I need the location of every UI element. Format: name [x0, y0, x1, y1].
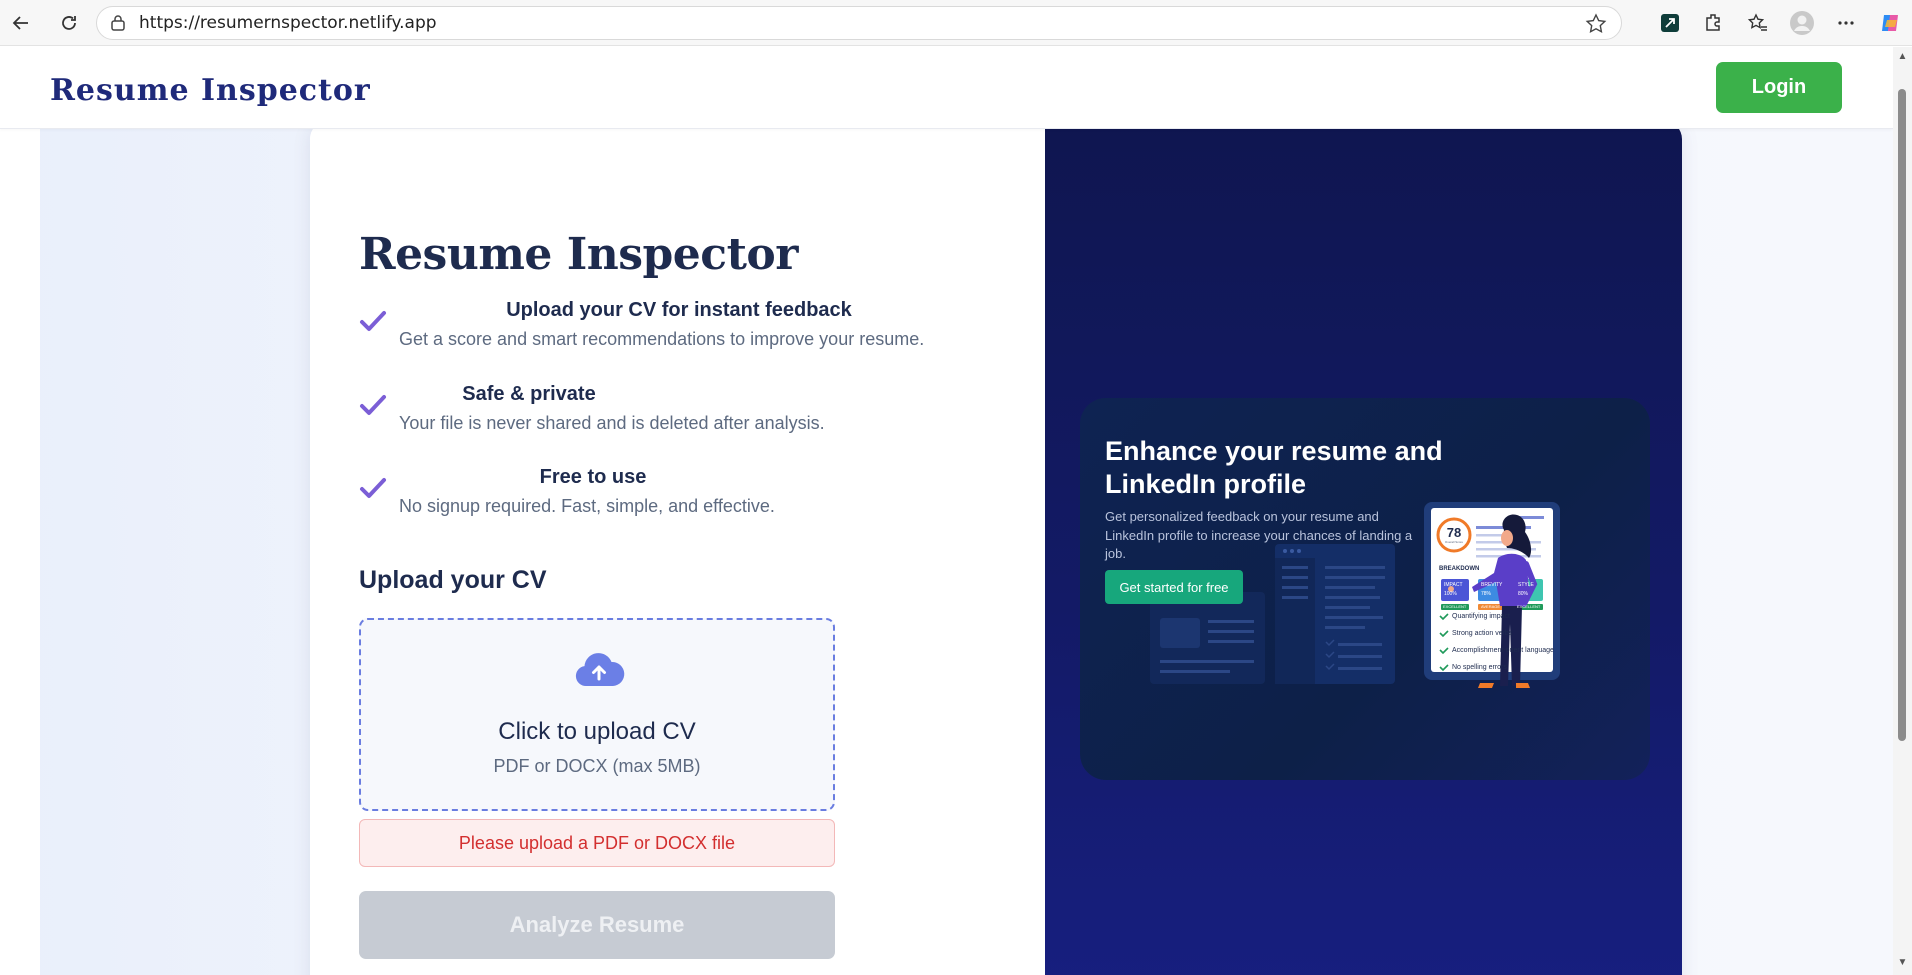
copilot-icon[interactable] — [1868, 3, 1912, 43]
more-options-icon[interactable] — [1824, 3, 1868, 43]
report-check-item: Accomplishment-orient language — [1452, 647, 1554, 654]
report-metric-value: 100% — [1444, 591, 1457, 597]
checkmark-icon — [360, 478, 386, 498]
main-card: Resume Inspector Upload your CV for inst… — [310, 121, 1682, 975]
promo-card: Enhance your resume and LinkedIn profile… — [1080, 398, 1650, 780]
report-score: 78 — [1446, 525, 1462, 540]
dropzone-subtitle: PDF or DOCX (max 5MB) — [493, 756, 701, 776]
puzzle-extensions-icon[interactable] — [1692, 3, 1736, 43]
site-header: Resume Inspector Login — [0, 47, 1893, 129]
address-bar[interactable]: https://resumernspector.netlify.app — [96, 6, 1622, 40]
reload-icon[interactable] — [52, 6, 86, 40]
report-check-item: Strong action verbs — [1452, 630, 1513, 637]
error-message: Please upload a PDF or DOCX file — [359, 819, 835, 867]
upload-panel: Resume Inspector Upload your CV for inst… — [310, 121, 1045, 975]
report-metric-value: 80% — [1518, 591, 1529, 597]
report-check-item: Quantifying impact — [1452, 613, 1510, 620]
browser-toolbar: https://resumernspector.netlify.app — [0, 0, 1912, 46]
report-metric-name: STYLE — [1518, 582, 1534, 588]
report-metric-rating: EXCELLENT — [1443, 604, 1467, 609]
extension-icon[interactable] — [1648, 3, 1692, 43]
promo-description: Get personalized feedback on your resume… — [1105, 509, 1413, 561]
cv-dropzone[interactable]: Click to upload CV PDF or DOCX (max 5MB) — [359, 618, 835, 811]
feature-title: Free to use — [539, 466, 647, 488]
profile-avatar[interactable] — [1780, 3, 1824, 43]
favorite-star-icon[interactable] — [1585, 13, 1607, 40]
scroll-up-icon[interactable]: ▲ — [1893, 51, 1912, 65]
get-started-button[interactable]: Get started for free — [1105, 570, 1243, 604]
analyze-resume-button[interactable]: Analyze Resume — [359, 891, 835, 959]
report-metric-name: IMPACT — [1444, 582, 1463, 588]
site-info-icon[interactable] — [107, 12, 129, 34]
feature-description: Your file is never shared and is deleted… — [399, 413, 825, 433]
report-check-item: No spelling errors — [1452, 664, 1507, 671]
checkmark-icon — [360, 395, 386, 415]
report-metric-rating: AVERAGE — [1481, 604, 1501, 609]
report-score-label: Overall Score — [1444, 540, 1464, 544]
left-gutter — [0, 129, 40, 975]
favorites-icon[interactable] — [1736, 3, 1780, 43]
page-scrollbar[interactable]: ▲ ▼ — [1893, 47, 1912, 975]
scroll-down-icon[interactable]: ▼ — [1893, 957, 1912, 971]
login-button[interactable]: Login — [1716, 62, 1842, 113]
cloud-upload-icon — [575, 653, 625, 687]
report-breakdown-label: BREAKDOWN — [1439, 566, 1480, 572]
url-text: https://resumernspector.netlify.app — [139, 13, 437, 33]
feature-description: No signup required. Fast, simple, and ef… — [399, 496, 775, 516]
brand-logo[interactable]: Resume Inspector — [50, 73, 371, 108]
feature-title: Upload your CV for instant feedback — [506, 299, 852, 321]
checkmark-icon — [360, 311, 386, 331]
report-metric-rating: EXCELLENT — [1517, 604, 1541, 609]
report-metric-value: 78% — [1481, 591, 1492, 597]
feature-description: Get a score and smart recommendations to… — [399, 329, 925, 349]
scrollbar-thumb[interactable] — [1898, 89, 1906, 741]
dropzone-title: Click to upload CV — [498, 718, 696, 745]
page: Resume Inspector Login Resume Inspector … — [0, 47, 1893, 975]
report-metric-name: BREVITY — [1481, 582, 1503, 588]
promo-panel: Enhance your resume and LinkedIn profile… — [1045, 121, 1682, 975]
page-title: Resume Inspector — [359, 229, 798, 280]
back-icon[interactable] — [4, 6, 38, 40]
upload-heading: Upload your CV — [359, 566, 547, 594]
promo-heading: Enhance your resume and LinkedIn profile — [1105, 436, 1443, 499]
feature-title: Safe & private — [462, 383, 596, 405]
